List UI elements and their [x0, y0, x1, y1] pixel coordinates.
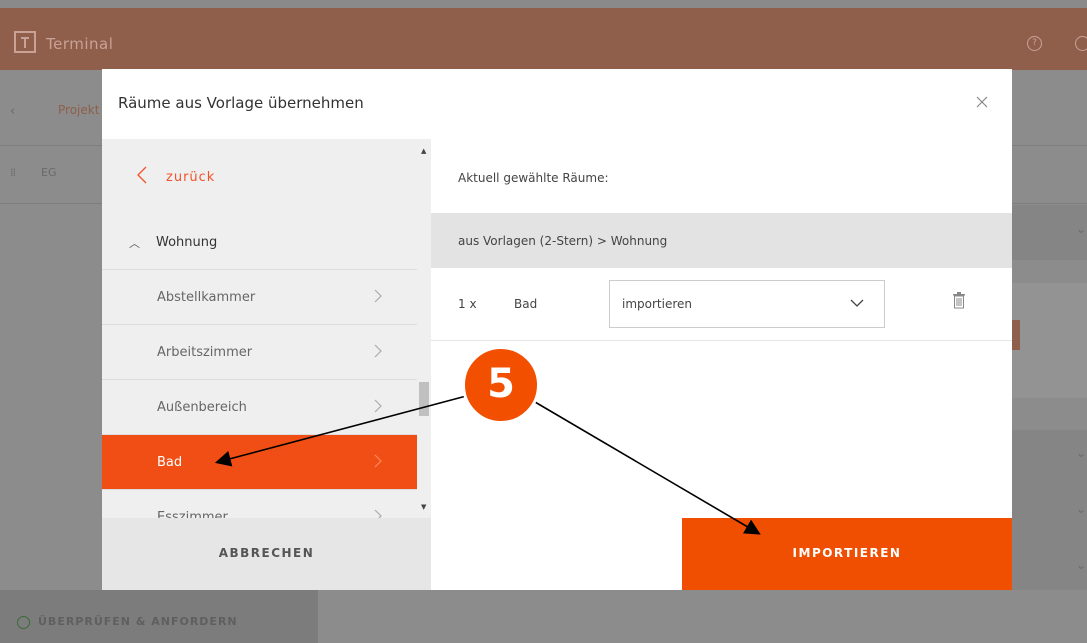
footer-spacer	[431, 518, 682, 590]
tree-item-arbeitszimmer[interactable]: Arbeitszimmer	[102, 325, 417, 380]
chevron-right-icon	[374, 289, 382, 303]
import-mode-value: importieren	[622, 297, 692, 311]
tree-item-label: Esszimmer	[157, 510, 228, 518]
tree-item-bad[interactable]: Bad	[102, 435, 417, 490]
scroll-down-icon[interactable]: ▼	[421, 503, 426, 511]
chevron-down-icon[interactable]: ⌄	[1076, 502, 1086, 516]
tree-item-abstellkammer[interactable]: Abstellkammer	[102, 270, 417, 325]
room-name: Bad	[514, 297, 538, 311]
cancel-button-label: ABBRECHEN	[218, 546, 315, 560]
chevron-right-icon	[374, 344, 382, 358]
selected-group-label: aus Vorlagen (2-Stern) > Wohnung	[458, 234, 668, 248]
chevron-left-icon	[137, 166, 147, 184]
help-icon[interactable]: ?	[1027, 36, 1042, 51]
scroll-up-icon[interactable]: ▲	[421, 147, 426, 155]
chevron-down-icon[interactable]: ⌄	[1076, 558, 1086, 572]
selected-rooms-heading: Aktuell gewählte Räume:	[458, 171, 609, 185]
chevron-right-icon	[374, 454, 382, 468]
breadcrumb[interactable]: Projekt	[58, 103, 99, 117]
template-tree-list: ︿ Wohnung Abstellkammer Arbeitszimmer Au…	[102, 217, 417, 518]
back-arrow-icon[interactable]: ‹	[10, 104, 15, 119]
scroll-thumb[interactable]	[419, 382, 429, 416]
tree-group-wohnung[interactable]: ︿ Wohnung	[102, 217, 417, 270]
selected-rooms-panel: Aktuell gewählte Räume: aus Vorlagen (2-…	[431, 139, 1012, 518]
settings-icon[interactable]	[1075, 36, 1087, 51]
app-title: Terminal	[46, 35, 114, 53]
tree-item-aussenbereich[interactable]: Außenbereich	[102, 380, 417, 435]
tree-item-esszimmer[interactable]: Esszimmer	[102, 490, 417, 518]
table-row: 1 x Bad importieren	[431, 268, 1012, 341]
dialog-header: Räume aus Vorlage übernehmen	[102, 69, 1012, 139]
background-accent	[1012, 320, 1020, 350]
check-circle-icon	[17, 616, 30, 629]
step-number-badge: 5	[462, 346, 540, 424]
drag-handle-icon[interactable]: ⁞⁞	[10, 166, 16, 179]
chevron-down-icon	[850, 299, 864, 307]
tree-item-label: Abstellkammer	[157, 290, 256, 305]
selected-group-header: aus Vorlagen (2-Stern) > Wohnung	[431, 213, 1012, 268]
background-card	[1012, 283, 1087, 398]
back-button[interactable]: zurück	[102, 139, 417, 215]
chevron-right-icon	[374, 509, 382, 518]
chevron-down-icon[interactable]: ⌄	[1076, 222, 1086, 236]
tree-scrollbar[interactable]: ▲ ▼	[417, 139, 431, 518]
step-number: 5	[487, 361, 515, 407]
import-rooms-dialog: Räume aus Vorlage übernehmen zurück ︿ Wo…	[102, 69, 1012, 590]
app-header: Terminal ?	[0, 8, 1087, 70]
tree-item-label: Außenbereich	[157, 400, 247, 415]
floor-label: EG	[41, 166, 57, 179]
cancel-button[interactable]: ABBRECHEN	[102, 518, 431, 590]
chevron-down-icon[interactable]: ⌄	[1076, 446, 1086, 460]
terminal-logo-icon	[14, 31, 36, 53]
back-label: zurück	[166, 170, 216, 185]
import-mode-select[interactable]: importieren	[609, 280, 885, 328]
template-tree-panel: zurück ︿ Wohnung Abstellkammer Arbeitszi…	[102, 139, 431, 518]
tree-group-label: Wohnung	[156, 235, 218, 250]
dialog-title: Räume aus Vorlage übernehmen	[118, 94, 364, 112]
chevron-right-icon	[374, 399, 382, 413]
chevron-up-icon: ︿	[129, 237, 140, 250]
tree-item-label: Arbeitszimmer	[157, 345, 253, 360]
room-quantity: 1 x	[458, 297, 477, 311]
trash-icon[interactable]	[952, 292, 966, 309]
import-button[interactable]: IMPORTIEREN	[682, 518, 1012, 590]
review-request-button[interactable]: ÜBERPRÜFEN & ANFORDERN	[38, 615, 238, 628]
import-button-label: IMPORTIEREN	[792, 546, 902, 560]
tree-item-label: Bad	[157, 455, 183, 470]
close-icon[interactable]	[974, 94, 990, 110]
